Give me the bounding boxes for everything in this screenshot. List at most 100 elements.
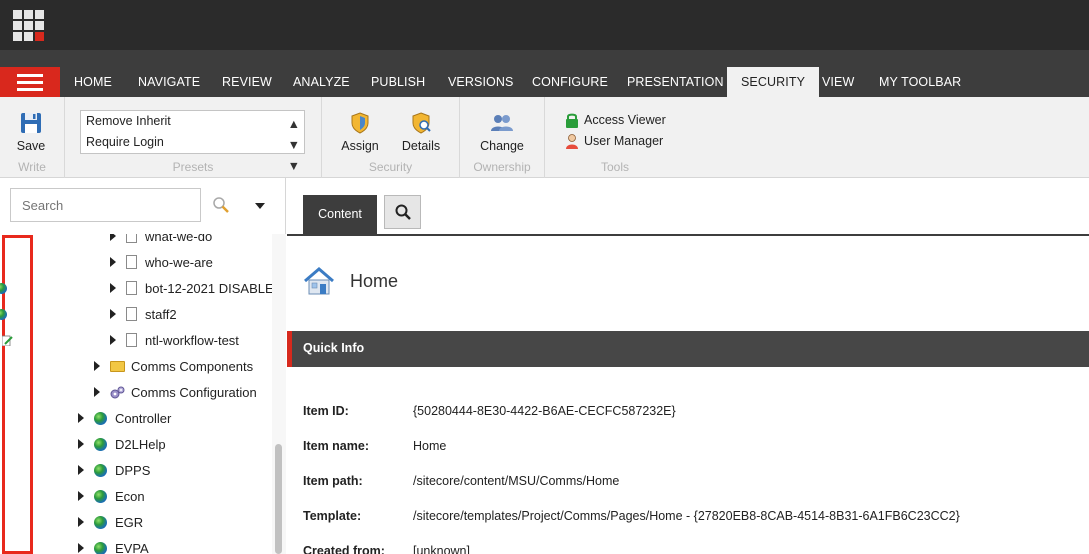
tree-item[interactable]: who-we-are xyxy=(110,249,213,275)
tab-review[interactable]: REVIEW xyxy=(208,67,286,97)
expand-arrow-icon[interactable] xyxy=(110,234,116,241)
user-manager-label: User Manager xyxy=(584,134,664,148)
tab-presentation[interactable]: PRESENTATION xyxy=(613,67,738,97)
info-label: Template: xyxy=(303,509,362,523)
expand-arrow-icon[interactable] xyxy=(94,387,100,397)
tab-my-toolbar[interactable]: MY TOOLBAR xyxy=(865,67,975,97)
tree-scrollbar-thumb[interactable] xyxy=(275,444,282,554)
tree-item[interactable]: bot-12-2021 DISABLED xyxy=(110,275,272,301)
tab-analyze[interactable]: ANALYZE xyxy=(279,67,364,97)
info-label: Item ID: xyxy=(303,404,349,418)
tab-navigate[interactable]: NAVIGATE xyxy=(124,67,214,97)
top-bar xyxy=(0,0,1089,50)
presets-scroll-arrows[interactable]: ▲ ▼ ▼ xyxy=(283,114,300,173)
content-editor-panel: Content Home Quick Info Item ID: {502804… xyxy=(287,178,1089,554)
tree-item[interactable]: Controller xyxy=(78,405,171,431)
tree-item-label: Controller xyxy=(115,410,172,426)
preset-require-login[interactable]: Require Login xyxy=(81,132,304,153)
tree-item[interactable]: staff2 xyxy=(110,301,177,327)
tree-item-label: ntl-workflow-test xyxy=(145,332,239,348)
info-row-item-id: Item ID: {50280444-8E30-4422-B6AE-CECFC5… xyxy=(303,404,676,418)
info-value: Home xyxy=(413,439,447,453)
change-owner-button[interactable]: Change xyxy=(480,111,524,153)
tree-item[interactable]: Comms Configuration xyxy=(94,379,257,405)
tree-item[interactable]: what-we-do xyxy=(110,234,212,249)
expand-arrow-icon[interactable] xyxy=(78,517,84,527)
info-row-item-name: Item name: Home xyxy=(303,439,446,453)
group-title-write: Write xyxy=(18,160,46,174)
tree-item[interactable]: D2LHelp xyxy=(78,431,166,457)
info-row-template: Template: /sitecore/templates/Project/Co… xyxy=(303,509,960,523)
expand-arrow-icon[interactable] xyxy=(110,335,116,345)
tab-security[interactable]: SECURITY xyxy=(727,67,820,97)
item-header: Home xyxy=(303,266,398,296)
users-icon xyxy=(491,115,513,131)
ribbon: Save Write Presets Remove Inherit Requir… xyxy=(0,97,1089,178)
tree-item[interactable]: Comms Components xyxy=(94,353,253,379)
search-tab-button[interactable] xyxy=(384,195,421,229)
tab-view[interactable]: VIEW xyxy=(808,67,868,97)
info-label: Item name: xyxy=(303,439,369,453)
user-icon xyxy=(566,134,578,149)
group-title-tools: Tools xyxy=(600,160,629,174)
quick-info-header[interactable]: Quick Info xyxy=(287,331,1089,367)
tree-item-label: Comms Components xyxy=(131,358,254,374)
quick-info-title: Quick Info xyxy=(303,341,365,355)
details-button[interactable]: Details xyxy=(400,111,442,153)
globe-icon xyxy=(94,437,107,451)
expand-arrow-icon[interactable] xyxy=(78,465,84,475)
tree-scrollbar[interactable] xyxy=(272,234,286,554)
ribbon-tab-bar: HOME NAVIGATE REVIEW ANALYZE PUBLISH VER… xyxy=(0,50,1089,97)
search-icon[interactable] xyxy=(212,196,230,214)
shield-details-icon xyxy=(412,112,431,134)
tree-item-label: who-we-are xyxy=(145,254,213,270)
info-row-item-path: Item path: /sitecore/content/MSU/Comms/H… xyxy=(303,474,619,488)
tree-item[interactable]: ntl-workflow-test xyxy=(110,327,239,353)
shield-assign-icon xyxy=(351,112,369,134)
preset-remove-inherit[interactable]: Remove Inherit xyxy=(81,111,304,132)
globe-icon xyxy=(94,489,107,503)
assign-button[interactable]: Assign xyxy=(340,111,380,153)
tab-configure[interactable]: CONFIGURE xyxy=(518,67,622,97)
user-manager-button[interactable]: User Manager xyxy=(565,133,663,149)
gutter-edit-icon xyxy=(2,335,13,346)
search-input[interactable] xyxy=(11,189,200,221)
expand-arrow-icon[interactable] xyxy=(110,309,116,319)
tab-versions[interactable]: VERSIONS xyxy=(434,67,527,97)
expand-arrow-icon[interactable] xyxy=(78,543,84,553)
tree-item[interactable]: EVPA xyxy=(78,535,149,554)
access-viewer-button[interactable]: Access Viewer xyxy=(565,112,666,128)
tab-divider xyxy=(287,234,1089,236)
save-button[interactable]: Save xyxy=(13,111,49,153)
expand-arrow-icon[interactable] xyxy=(78,413,84,423)
tree-item-label: DPPS xyxy=(115,462,151,478)
item-title: Home xyxy=(350,270,399,291)
search-options-caret-icon[interactable] xyxy=(255,203,265,209)
tree-item[interactable]: EGR xyxy=(78,509,143,535)
presets-list[interactable]: Remove Inherit Require Login ▲ ▼ ▼ xyxy=(80,110,305,173)
globe-icon xyxy=(94,541,107,554)
expand-arrow-icon[interactable] xyxy=(110,257,116,267)
tab-content[interactable]: Content xyxy=(303,195,377,234)
tab-publish[interactable]: PUBLISH xyxy=(357,67,439,97)
tree-item[interactable]: Econ xyxy=(78,483,145,509)
assign-label: Assign xyxy=(341,139,379,153)
folder-icon xyxy=(110,360,125,372)
details-label: Details xyxy=(401,139,441,153)
tree-item-label: what-we-do xyxy=(145,234,213,244)
expand-arrow-icon[interactable] xyxy=(110,283,116,293)
globe-icon xyxy=(94,411,107,425)
launchpad-icon[interactable] xyxy=(13,10,45,42)
expand-arrow-icon[interactable] xyxy=(78,491,84,501)
globe-icon xyxy=(94,515,107,529)
expand-arrow-icon[interactable] xyxy=(94,361,100,371)
tab-home[interactable]: HOME xyxy=(60,67,126,97)
content-tree: what-we-do who-we-are bot-12-2021 DISABL… xyxy=(0,234,272,554)
menu-icon[interactable] xyxy=(0,67,60,97)
gears-icon xyxy=(110,386,125,398)
tree-item[interactable]: DPPS xyxy=(78,457,150,483)
expand-arrow-icon[interactable] xyxy=(78,439,84,449)
group-title-ownership: Ownership xyxy=(473,160,531,174)
tree-item-label: Comms Configuration xyxy=(131,384,257,400)
info-value: /sitecore/templates/Project/Comms/Pages/… xyxy=(413,509,960,523)
